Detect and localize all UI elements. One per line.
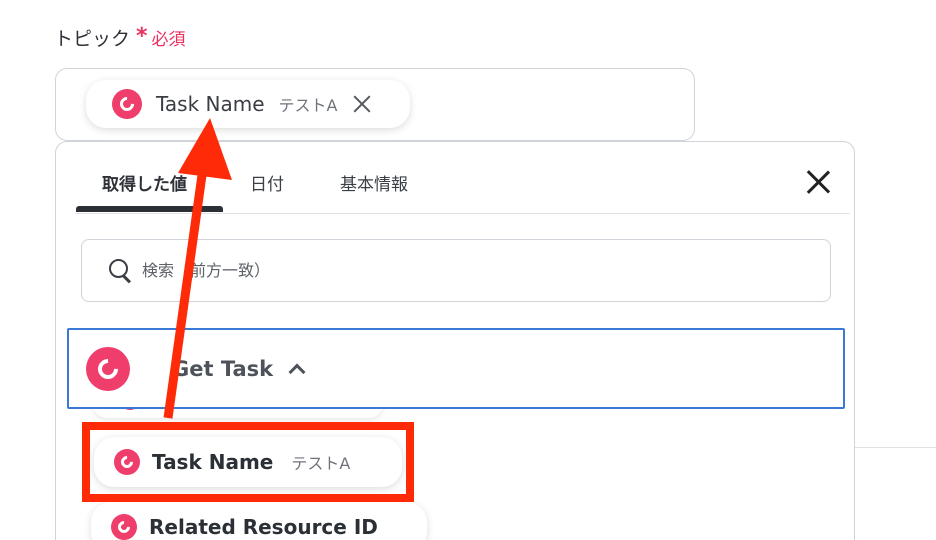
app-logo-icon: [112, 89, 142, 119]
app-logo-icon: [111, 514, 137, 540]
app-logo-icon: [114, 449, 140, 475]
close-icon[interactable]: [351, 93, 373, 115]
topic-field-label: トピック * 必須: [54, 22, 186, 52]
panel-tabs: 取得した値 日付 基本情報: [76, 142, 850, 214]
field-label-text: トピック: [54, 27, 131, 50]
list-item-task-name[interactable]: Task Name テストA: [94, 437, 402, 487]
list-item-related-resource-id[interactable]: Related Resource ID: [91, 502, 427, 540]
chip-value: テストA: [278, 96, 338, 115]
required-label: 必須: [151, 29, 186, 50]
selected-value-chip[interactable]: Task Name テストA: [86, 80, 410, 128]
group-header-get-task[interactable]: Get Task: [67, 328, 845, 409]
search-icon: [108, 258, 134, 284]
group-title: Get Task: [172, 356, 274, 381]
divider: [855, 447, 936, 448]
app-logo-icon: [86, 346, 130, 391]
tab-basic-info[interactable]: 基本情報: [340, 170, 408, 195]
tab-date[interactable]: 日付: [250, 170, 284, 195]
chevron-up-icon: [288, 363, 306, 380]
search-box[interactable]: [81, 239, 831, 302]
item-name: Related Resource ID: [149, 515, 378, 539]
active-tab-indicator: [76, 206, 223, 212]
item-name: Task Name: [152, 450, 274, 474]
required-asterisk: *: [136, 24, 148, 49]
close-icon[interactable]: [804, 168, 832, 196]
search-input[interactable]: [142, 261, 742, 280]
chip-name: Task Name: [156, 92, 265, 116]
tab-acquired-values[interactable]: 取得した値: [102, 170, 187, 195]
item-value: テストA: [291, 454, 351, 473]
